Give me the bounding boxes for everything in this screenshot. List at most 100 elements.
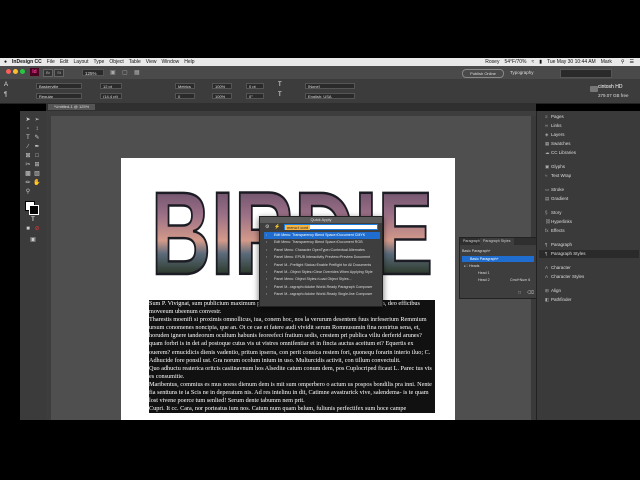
font-size-field[interactable]: 12 pt [100,83,122,89]
status-user[interactable]: Rosey [485,59,499,65]
bridge-button[interactable]: Br [43,69,53,77]
new-style-icon[interactable]: □ [518,290,521,296]
font-family-field[interactable]: Baskerville [36,83,82,89]
view-mode-icon[interactable]: ▣ [29,237,37,243]
language-field[interactable]: English: USA [305,93,355,99]
dock-glyphs[interactable]: ▣ Glyphs [545,163,565,171]
close-window-button[interactable] [6,69,11,74]
workspace-switcher[interactable]: Typography [510,70,534,75]
tab-paragraph-styles[interactable]: Paragraph Styles [480,238,514,245]
dock-effects[interactable]: fx Effects [545,227,565,235]
arrange-documents-icon[interactable]: ▦ [134,69,140,76]
rectangle-tool-icon[interactable]: □ [33,153,41,159]
publish-online-button[interactable]: Publish Online [462,69,504,78]
gradient-tool-icon[interactable]: ▩ [24,171,32,177]
delete-style-icon[interactable]: ⌫ [527,290,534,296]
tracking-field[interactable]: 0 [175,93,195,99]
baseline-shift-field[interactable]: 0 pt [246,83,264,89]
dock-paragraph-styles[interactable]: ¶ Paragraph Styles [539,250,639,258]
style-row-head-2[interactable]: Head 2 Cmd+Num 6 [462,277,534,283]
menu-table[interactable]: Table [129,59,141,65]
user-menu[interactable]: Mark [601,59,612,65]
dock-character[interactable]: A Character [545,264,571,272]
hand-tool-icon[interactable]: ✋ [33,180,41,186]
quick-apply-search-input[interactable]: menu:t cont [284,224,378,230]
apple-menu-icon[interactable]: ● [4,59,7,65]
character-mode-icon[interactable]: A [4,82,8,88]
clock[interactable]: Tue May 30 10:44 AM [547,59,596,65]
dock-links[interactable]: ∞ Links [545,122,562,130]
direct-selection-tool-icon[interactable]: ➢ [33,117,41,123]
note-tool-icon[interactable]: ▧ [33,171,41,177]
quick-apply-title[interactable]: Quick Apply [260,217,382,223]
list-icon[interactable]: ☰ [630,59,634,65]
dock-paragraph[interactable]: ¶ Paragraph [545,241,572,249]
menu-window[interactable]: Window [161,59,179,65]
skew-field[interactable]: 0° [246,93,264,99]
dock-cc-libraries[interactable]: ☁ CC Libraries [545,149,576,157]
search-icon[interactable]: ⚲ [621,59,625,65]
dock-stroke[interactable]: ▭ Stroke [545,186,564,194]
quick-apply-lightning-icon[interactable]: ⚡ [274,224,280,230]
wifi-icon[interactable]: ≈ [531,59,534,65]
view-options-icon[interactable]: ▣ [110,69,116,76]
quick-apply-result[interactable]: Panel Menu: EPUB Interactivity Preview>P… [264,254,380,261]
body-text-frame[interactable]: Sum P. Vivignat, sum publicium maximum p… [149,300,435,414]
dock-pages[interactable]: ≡ Pages [545,113,564,121]
dock-layers[interactable]: ◈ Layers [545,131,565,139]
kerning-field[interactable]: Metrics [175,83,195,89]
menu-view[interactable]: View [146,59,157,65]
menu-help[interactable]: Help [184,59,194,65]
app-menu[interactable]: InDesign CC [12,59,42,65]
line-tool-icon[interactable]: ∕ [24,144,32,150]
quick-apply-result[interactable]: Panel M...ragraph>Adobe World-Ready Para… [264,284,380,291]
gap-tool-icon[interactable]: ↕ [33,126,41,132]
apply-none-icon[interactable]: ⊘ [33,226,41,232]
style-row-head-1[interactable]: Head 1 [462,270,534,276]
rectangle-frame-tool-icon[interactable]: ⊠ [24,153,32,159]
formatting-text-icon[interactable]: T [29,217,37,223]
type-tool-icon[interactable]: T [24,135,32,141]
style-row-basic-paragraph[interactable]: Basic Paragraph+ [462,256,534,262]
character-style-field[interactable]: [None] [305,83,355,89]
zoom-level[interactable]: 125% [82,69,104,76]
menu-edit[interactable]: Edit [60,59,69,65]
free-transform-tool-icon[interactable]: ⊞ [33,162,41,168]
minimize-window-button[interactable] [13,69,18,74]
document-tab[interactable]: *Untitled-1 @ 125% [48,104,96,110]
dock-pathfinder[interactable]: ◧ Pathfinder [545,296,572,304]
quick-apply-result[interactable]: Panel M...ragraph>Adobe World-Ready Sing… [264,291,380,298]
leading-field[interactable]: (14.4 pt) [100,93,122,99]
page-tool-icon[interactable]: ▫ [24,126,32,132]
screen-mode-icon[interactable]: ▢ [122,69,128,76]
quick-apply-result[interactable]: Panel M...Preflight Status>Enable Prefli… [264,262,380,269]
horizontal-scale-field[interactable]: 100% [212,93,232,99]
dock-align[interactable]: ⊞ Align [545,287,561,295]
quick-apply-options-icon[interactable]: ⚙ [265,224,269,230]
dock-character-styles[interactable]: A Character Styles [545,273,584,281]
menu-file[interactable]: File [47,59,55,65]
paragraph-mode-icon[interactable]: ¶ [4,92,7,98]
dock-text-wrap[interactable]: ≈ Text Wrap [545,172,571,180]
pen-tool-icon[interactable]: ✒ [33,144,41,150]
text-fill-icon[interactable]: T [278,82,282,88]
battery-icon[interactable]: ▮ [539,59,542,65]
scissors-tool-icon[interactable]: ✂ [24,162,32,168]
menu-type[interactable]: Type [93,59,104,65]
quick-apply-result[interactable]: Panel Menu: Object Styles>Load Object St… [264,276,380,283]
stock-button[interactable]: St [54,69,64,77]
selection-tool-icon[interactable]: ➤ [24,117,32,123]
quick-apply-result[interactable]: Panel Menu: Character OpenType>Contextua… [264,247,380,254]
dock-swatches[interactable]: ▦ Swatches [545,140,571,148]
quick-apply-result[interactable]: Edit Menu: Transparency Blend Space>Docu… [264,232,380,240]
eyedropper-tool-icon[interactable]: ✏ [24,180,32,186]
quick-apply-result[interactable]: Edit Menu: Transparency Blend Space>Docu… [264,239,380,246]
maximize-window-button[interactable] [20,69,25,74]
dock-story[interactable]: § Story [545,209,562,217]
quick-apply-result[interactable]: Panel M...Object Styles>Clear Overrides … [264,269,380,276]
text-stroke-icon[interactable]: T [278,92,282,98]
pencil-tool-icon[interactable]: ✎ [33,135,41,141]
dock-hyperlinks[interactable]: ⛓Hyperlinks [545,218,572,226]
font-style-field[interactable]: Regular [36,93,82,99]
menu-object[interactable]: Object [109,59,123,65]
